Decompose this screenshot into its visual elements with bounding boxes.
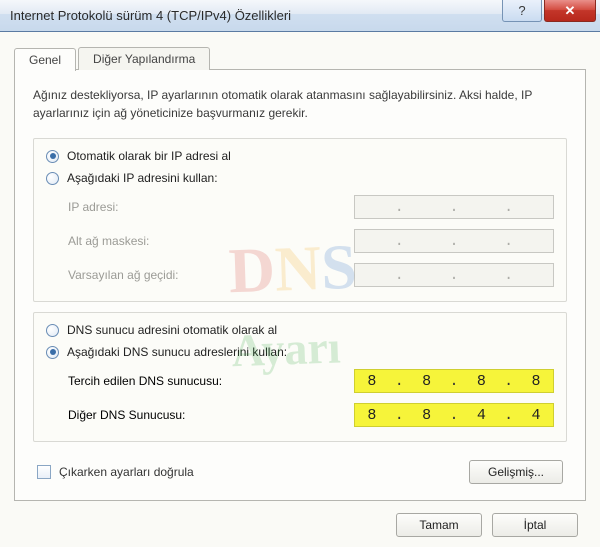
tab-panel-general: Ağınız destekliyorsa, IP ayarlarının oto… [14,69,586,501]
ip-address-row: IP adresi: ... [68,195,554,219]
gateway-label: Varsayılan ağ geçidi: [68,268,179,282]
titlebar[interactable]: Internet Protokolü sürüm 4 (TCP/IPv4) Öz… [0,0,600,32]
description-text: Ağınız destekliyorsa, IP ayarlarının oto… [33,86,567,122]
gateway-row: Varsayılan ağ geçidi: ... [68,263,554,287]
help-button[interactable]: ? [502,0,542,22]
validate-label: Çıkarken ayarları doğrula [59,465,194,479]
preferred-dns-label: Tercih edilen DNS sunucusu: [68,374,222,388]
radio-icon [46,346,59,359]
radio-icon [46,172,59,185]
ip-auto-label: Otomatik olarak bir IP adresi al [67,149,231,163]
ip-auto-radio[interactable]: Otomatik olarak bir IP adresi al [46,149,554,163]
alternate-dns-label: Diğer DNS Sunucusu: [68,408,185,422]
dns-settings-group: DNS sunucu adresini otomatik olarak al A… [33,312,567,442]
subnet-mask-input: ... [354,229,554,253]
dns-manual-label: Aşağıdaki DNS sunucu adreslerini kullan: [67,345,287,359]
validate-on-exit-checkbox[interactable]: Çıkarken ayarları doğrula [37,465,194,479]
dialog-buttons: Tamam İptal [14,501,586,537]
checkbox-icon [37,465,51,479]
ip-address-input: ... [354,195,554,219]
ip-address-label: IP adresi: [68,200,118,214]
tabs: Genel Diğer Yapılandırma [14,44,586,70]
advanced-button[interactable]: Gelişmiş... [469,460,563,484]
window-title: Internet Protokolü sürüm 4 (TCP/IPv4) Öz… [10,8,291,23]
ip-manual-radio[interactable]: Aşağıdaki IP adresini kullan: [46,171,554,185]
ok-button[interactable]: Tamam [396,513,482,537]
panel-footer: Çıkarken ayarları doğrula Gelişmiş... [33,460,567,484]
client-area: DNS Ayarı Genel Diğer Yapılandırma Ağını… [0,32,600,547]
preferred-dns-row: Tercih edilen DNS sunucusu: 8. 8. 8. 8 [68,369,554,393]
gateway-input: ... [354,263,554,287]
tab-alternate[interactable]: Diğer Yapılandırma [78,47,210,70]
tab-general[interactable]: Genel [14,48,76,71]
cancel-button[interactable]: İptal [492,513,578,537]
subnet-mask-row: Alt ağ maskesi: ... [68,229,554,253]
radio-icon [46,324,59,337]
alternate-dns-row: Diğer DNS Sunucusu: 8. 8. 4. 4 [68,403,554,427]
dns-auto-radio[interactable]: DNS sunucu adresini otomatik olarak al [46,323,554,337]
close-button[interactable]: ✕ [544,0,596,22]
ip-manual-label: Aşağıdaki IP adresini kullan: [67,171,218,185]
tcpip-properties-dialog: Internet Protokolü sürüm 4 (TCP/IPv4) Öz… [0,0,600,547]
dns-auto-label: DNS sunucu adresini otomatik olarak al [67,323,277,337]
dns-manual-radio[interactable]: Aşağıdaki DNS sunucu adreslerini kullan: [46,345,554,359]
window-buttons: ? ✕ [502,0,596,22]
radio-icon [46,150,59,163]
subnet-mask-label: Alt ağ maskesi: [68,234,149,248]
ip-settings-group: Otomatik olarak bir IP adresi al Aşağıda… [33,138,567,302]
preferred-dns-input[interactable]: 8. 8. 8. 8 [354,369,554,393]
alternate-dns-input[interactable]: 8. 8. 4. 4 [354,403,554,427]
